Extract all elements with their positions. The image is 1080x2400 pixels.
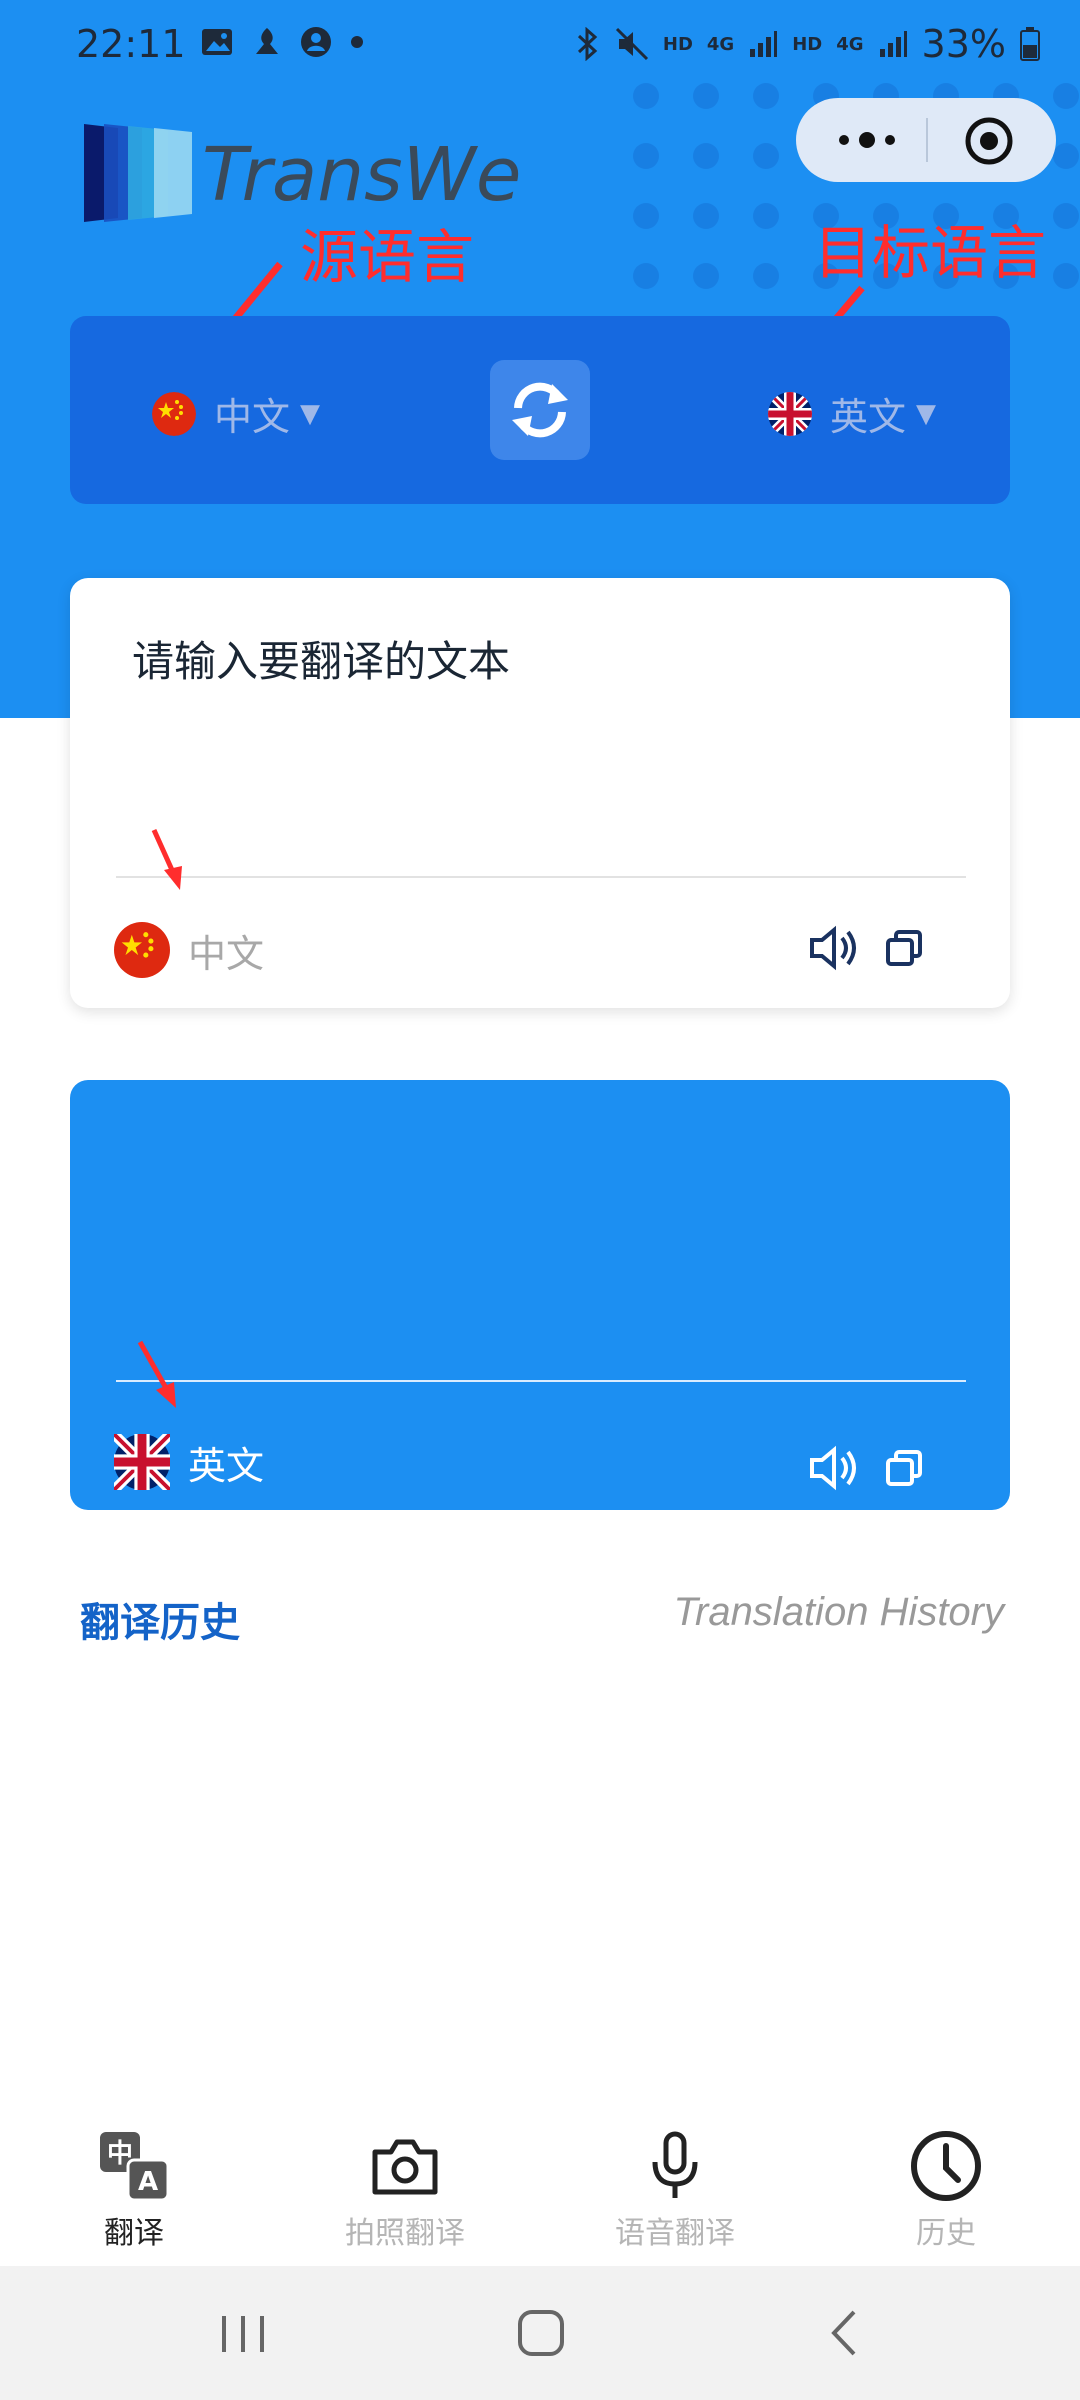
bottom-tab-bar: 中 A 翻译 拍照翻译 语音翻译 历史 — [0, 2120, 1080, 2266]
source-language-selector[interactable]: 中文 ▼ — [152, 386, 320, 441]
dot-icon — [351, 36, 363, 48]
recent-apps-icon[interactable] — [218, 2312, 268, 2356]
language-selector-bar: 中文 ▼ 英文 ▼ — [70, 316, 1010, 504]
battery-percent: 33% — [921, 22, 1006, 66]
status-time: 22:11 — [76, 22, 186, 66]
source-language-label: 中文 — [214, 395, 291, 439]
signal-icon — [750, 31, 778, 57]
speaker-icon[interactable] — [808, 1444, 858, 1492]
mute-icon — [615, 27, 648, 61]
svg-text:A: A — [138, 2167, 158, 2197]
status-notification-icons — [200, 26, 364, 58]
source-language-dropdown-icon: ▼ — [300, 398, 321, 429]
translate-icon: 中 A — [100, 2132, 170, 2202]
output-language-label: 英文 — [188, 1443, 265, 1488]
clock-icon — [911, 2131, 981, 2201]
bluetooth-icon — [577, 27, 598, 61]
network-hd-label-2: HD — [792, 33, 823, 55]
translation-history-title: 翻译历史 — [80, 1600, 240, 1646]
uk-flag-icon — [768, 391, 812, 436]
tab-photo-translate-label: 拍照翻译 — [345, 2216, 465, 2251]
tab-history-label: 历史 — [916, 2216, 976, 2251]
input-divider — [116, 876, 966, 878]
target-language-label: 英文 — [830, 395, 907, 439]
source-language-annotation: 源语言 — [300, 223, 475, 291]
close-mini-program-icon[interactable] — [964, 116, 1014, 166]
home-icon[interactable] — [516, 2308, 566, 2358]
microphone-icon — [652, 2131, 698, 2198]
input-language-indicator: 中文 — [114, 922, 264, 978]
back-icon[interactable] — [824, 2308, 864, 2358]
network-4g-label-2: 4G — [836, 33, 864, 55]
swap-languages-button[interactable] — [490, 360, 590, 460]
tab-voice-translate[interactable]: 语音翻译 — [575, 2130, 775, 2252]
target-language-dropdown-icon: ▼ — [916, 398, 937, 429]
output-divider — [116, 1380, 966, 1382]
camera-icon — [372, 2139, 438, 2195]
swap-icon — [512, 382, 568, 438]
tab-translate[interactable]: 中 A 翻译 — [34, 2130, 234, 2252]
tab-photo-translate[interactable]: 拍照翻译 — [305, 2130, 505, 2252]
tab-voice-translate-label: 语音翻译 — [615, 2216, 735, 2251]
tab-translate-label: 翻译 — [104, 2216, 164, 2251]
translation-history-subtitle: Translation History — [673, 1590, 1004, 1634]
input-language-label: 中文 — [188, 931, 265, 976]
copy-icon[interactable] — [884, 928, 924, 968]
status-bar: 22:11 HD 4G HD 4G 33% — [0, 0, 1080, 96]
status-system-icons: HD 4G HD 4G 33% — [575, 22, 1040, 66]
china-flag-icon — [152, 391, 196, 436]
target-language-annotation: 目标语言 — [814, 219, 1047, 287]
source-text-card: 请输入要翻译的文本 中文 — [70, 578, 1010, 1008]
translated-text-card: 英文 — [70, 1080, 1010, 1510]
output-annotation-arrow — [137, 1340, 176, 1408]
tab-history[interactable]: 历史 — [846, 2130, 1046, 2252]
target-language-selector[interactable]: 英文 ▼ — [768, 386, 936, 441]
network-4g-label: 4G — [706, 33, 735, 55]
account-icon — [301, 27, 331, 57]
output-language-indicator: 英文 — [114, 1434, 264, 1490]
capsule-divider — [926, 118, 928, 162]
output-actions — [808, 1444, 924, 1492]
app-notification-icon — [256, 28, 278, 54]
china-flag-icon — [114, 922, 170, 978]
system-navigation-bar — [0, 2266, 1080, 2400]
copy-icon[interactable] — [884, 1448, 924, 1488]
logo-text: TransWe — [202, 132, 521, 218]
input-actions — [808, 924, 924, 972]
more-options-icon[interactable] — [832, 122, 902, 158]
network-hd-label: HD — [662, 33, 693, 55]
signal-icon-2 — [879, 31, 907, 57]
input-annotation-arrow — [151, 828, 182, 890]
source-text-input[interactable]: 请输入要翻译的文本 — [132, 628, 510, 689]
battery-icon — [1020, 27, 1040, 61]
speaker-icon[interactable] — [808, 924, 858, 972]
gallery-icon — [202, 29, 232, 55]
mini-program-capsule — [796, 98, 1056, 182]
uk-flag-icon — [114, 1434, 170, 1490]
